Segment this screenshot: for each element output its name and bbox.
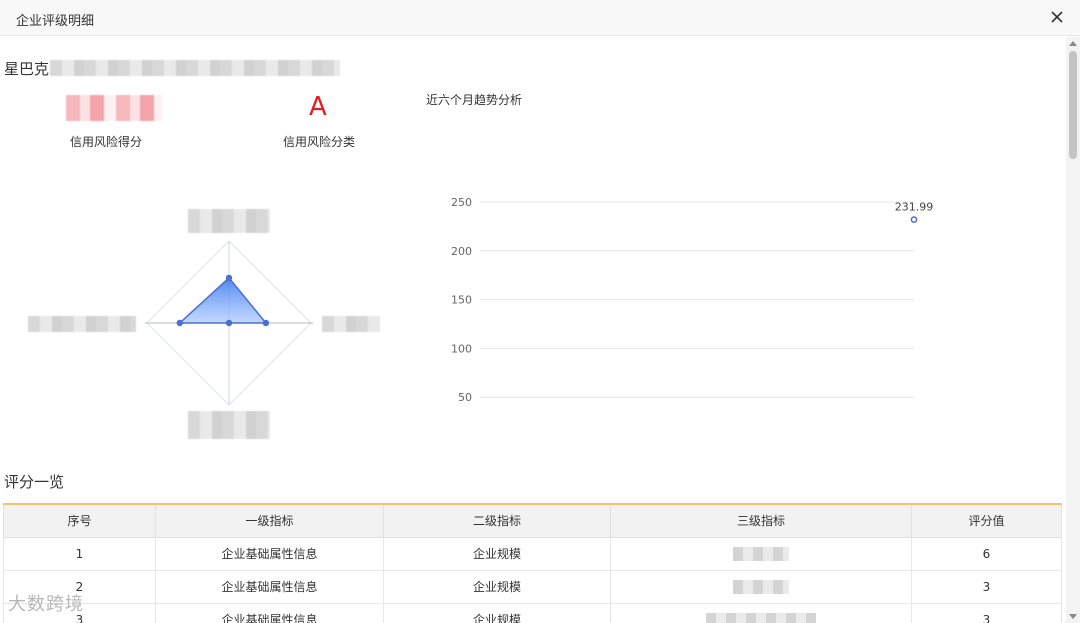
close-icon[interactable] [1048, 8, 1066, 26]
credit-grade-label: 信用风险分类 [283, 135, 356, 149]
score-table: 序号 一级指标 二级指标 三级指标 评分值 1 企业基础属性信息 企业规模 6 … [3, 503, 1062, 623]
scroll-thumb[interactable] [1069, 51, 1077, 159]
cell-index: 1 [3, 536, 156, 571]
rating-detail-modal: 企业评级明细 星巴克 A 信用风险得分 信用风险分类 近六个月趋势分析 0501… [0, 0, 1080, 623]
cell-level2: 企业规模 [383, 569, 611, 604]
y-tick-label: 100 [451, 342, 472, 355]
y-tick-label: 250 [451, 196, 472, 209]
modal-title: 企业评级明细 [16, 14, 95, 29]
cell-score: 3 [911, 569, 1062, 604]
company-name-mask [50, 60, 340, 76]
radar-point [176, 319, 183, 327]
trend-title: 近六个月趋势分析 [426, 93, 523, 107]
header-level1: 一级指标 [155, 503, 384, 538]
table-row: 3 企业基础属性信息 企业规模 3 [3, 602, 1062, 623]
data-label: 231.99 [895, 201, 934, 214]
cell-level2: 企业规模 [383, 536, 611, 571]
y-tick-label: 150 [451, 294, 472, 307]
cell-score: 6 [911, 536, 1062, 571]
table-row: 2 企业基础属性信息 企业规模 3 [3, 569, 1062, 604]
table-row: 1 企业基础属性信息 企业规模 6 [3, 536, 1062, 571]
scroll-up-icon[interactable] [1069, 41, 1077, 46]
radar-point [262, 319, 270, 327]
y-tick-label: 50 [458, 391, 472, 404]
cell-level1: 企业基础属性信息 [155, 569, 384, 604]
radar-chart [145, 240, 313, 406]
header-level2: 二级指标 [383, 503, 611, 538]
level3-mask [706, 612, 816, 623]
watermark: 大数跨境 [8, 594, 84, 615]
company-name: 星巴克 [4, 60, 50, 78]
radar-point [225, 274, 233, 282]
table-header-row: 序号 一级指标 二级指标 三级指标 评分值 [3, 503, 1062, 538]
header-index: 序号 [3, 503, 156, 538]
score-section-title: 评分一览 [4, 473, 65, 491]
cell-level3 [610, 602, 912, 623]
modal-header: 企业评级明细 [0, 0, 1080, 36]
credit-score-label: 信用风险得分 [70, 135, 143, 149]
cell-level3 [610, 536, 912, 571]
trend-line-chart: 05010015020025011月12月20232月3月4月231.99 [451, 196, 934, 404]
cell-level1: 企业基础属性信息 [155, 602, 384, 623]
vertical-scrollbar[interactable] [1066, 37, 1080, 623]
cell-score: 3 [911, 602, 1062, 623]
credit-score-mask [66, 95, 162, 121]
radar-point [225, 319, 233, 327]
scroll-down-icon[interactable] [1069, 614, 1077, 619]
y-tick-label: 200 [451, 245, 472, 258]
level3-mask [733, 546, 789, 561]
level3-mask [733, 579, 789, 594]
data-point [910, 216, 918, 223]
header-score: 评分值 [911, 503, 1062, 538]
modal-body: 星巴克 A 信用风险得分 信用风险分类 近六个月趋势分析 05010015020… [0, 37, 1066, 623]
header-level3: 三级指标 [610, 503, 912, 538]
cell-level1: 企业基础属性信息 [155, 536, 384, 571]
cell-level3 [610, 569, 912, 604]
credit-grade: A [309, 92, 327, 122]
cell-level2: 企业规模 [383, 602, 611, 623]
